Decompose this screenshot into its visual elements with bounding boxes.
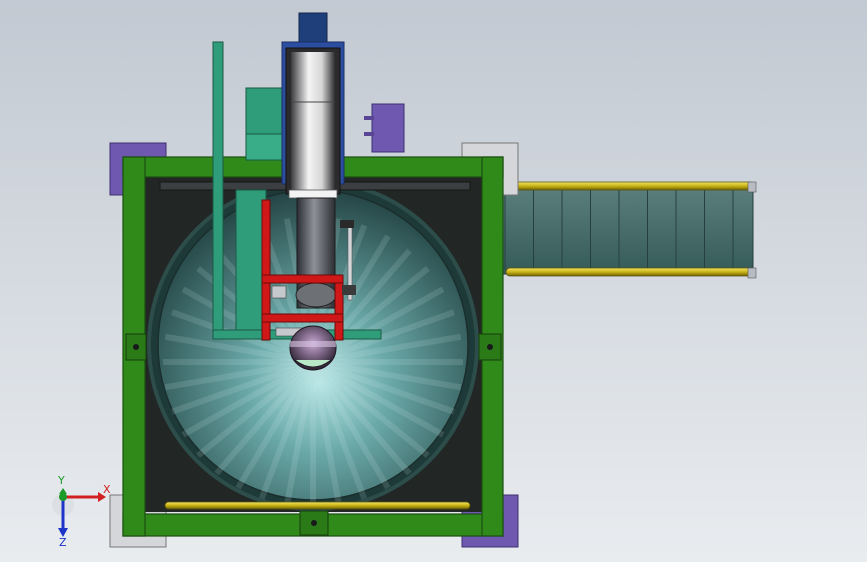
pipe-outlet <box>295 282 337 308</box>
conveyor-rail-top <box>505 181 755 191</box>
cad-viewport[interactable]: X Y Z <box>0 0 867 562</box>
conveyor-end-cap-bottom <box>747 267 757 279</box>
feed-hopper[interactable] <box>285 47 341 199</box>
bottom-guide-rail <box>164 501 471 510</box>
motor-head <box>298 12 328 46</box>
conveyor-end-cap-top <box>747 181 757 193</box>
assembly-drawing: X Y Z <box>0 0 867 562</box>
y-axis-dot <box>59 493 67 501</box>
conveyor-rail-bottom <box>505 267 755 277</box>
x-axis-label: X <box>103 483 111 496</box>
z-axis-label: Z <box>59 536 67 549</box>
y-axis-label: Y <box>57 474 65 487</box>
conveyor[interactable] <box>502 181 757 279</box>
spreader-bowl[interactable] <box>289 325 337 371</box>
